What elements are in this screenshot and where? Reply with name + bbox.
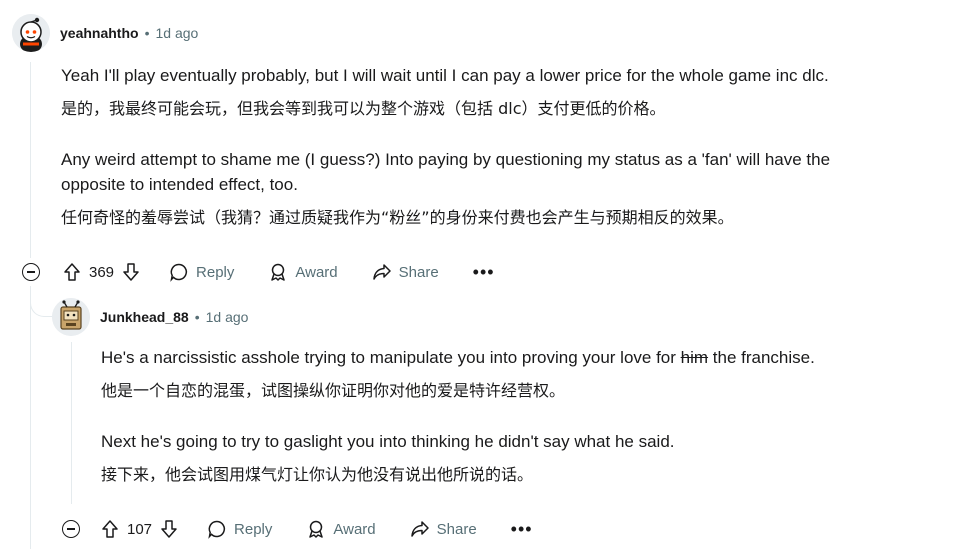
vote-count: 369 [89, 263, 115, 281]
comment-text-part: He's a narcissistic asshole trying to ma… [101, 348, 681, 367]
share-button[interactable]: Share [410, 519, 477, 539]
username[interactable]: Junkhead_88 [100, 309, 189, 325]
comment-text: Any weird attempt to shame me (I guess?)… [61, 150, 831, 169]
comment-actions: 107 Reply Award Share ••• [62, 519, 533, 539]
timestamp[interactable]: 1d ago [155, 25, 198, 41]
more-icon[interactable]: ••• [473, 263, 495, 281]
struck-text: him [680, 348, 709, 367]
separator-dot: • [194, 309, 200, 325]
username[interactable]: yeahnahtho [60, 25, 139, 41]
reply-bubble-icon [207, 519, 227, 539]
timestamp[interactable]: 1d ago [206, 309, 249, 325]
vote-count: 107 [127, 520, 153, 538]
reply-bubble-icon [169, 262, 189, 282]
comment-text: Next he's going to try to gaslight you i… [101, 432, 675, 451]
award-icon [306, 519, 326, 539]
share-button[interactable]: Share [372, 262, 439, 282]
comment-translation: 任何奇怪的羞辱尝试（我猜？通过质疑我作为“粉丝”的身份来付费也会产生与预期相反的… [61, 208, 734, 227]
comment-header: yeahnahtho • 1d ago [12, 14, 198, 52]
reply-button[interactable]: Reply [207, 519, 272, 539]
collapse-icon[interactable] [22, 263, 40, 281]
comment-header: Junkhead_88 • 1d ago [52, 298, 248, 336]
upvote-icon[interactable] [100, 519, 120, 539]
comment-translation: 是的，我最终可能会玩，但我会等到我可以为整个游戏（包括 dlc）支付更低的价格。 [61, 99, 666, 118]
share-arrow-icon [372, 262, 392, 282]
reply-label: Reply [234, 520, 273, 538]
thread-line[interactable] [30, 62, 31, 258]
separator-dot: • [144, 25, 150, 41]
award-button[interactable]: Award [306, 519, 376, 539]
reply-label: Reply [196, 263, 235, 281]
comment-body: He's a narcissistic asshole trying to ma… [101, 345, 815, 487]
comment-body: Yeah I'll play eventually probably, but … [61, 63, 830, 230]
comment-text: He's a narcissistic asshole trying to ma… [101, 345, 815, 370]
share-label: Share [398, 263, 439, 281]
award-label: Award [295, 263, 338, 281]
reply-thread-line[interactable] [71, 342, 72, 504]
upvote-icon[interactable] [62, 262, 82, 282]
reply-branch-line [30, 290, 53, 317]
award-icon [268, 262, 288, 282]
downvote-icon[interactable] [159, 519, 179, 539]
comment-text-part: the franchise. [708, 348, 815, 367]
avatar[interactable] [52, 298, 90, 336]
downvote-icon[interactable] [121, 262, 141, 282]
thread-line[interactable] [30, 286, 31, 549]
award-button[interactable]: Award [268, 262, 338, 282]
share-arrow-icon [410, 519, 430, 539]
avatar[interactable] [12, 14, 50, 52]
reply-button[interactable]: Reply [169, 262, 234, 282]
comment-translation: 他是一个自恋的混蛋，试图操纵你证明你对他的爱是特许经营权。 [101, 381, 566, 400]
award-label: Award [333, 520, 376, 538]
collapse-icon[interactable] [62, 520, 80, 538]
more-icon[interactable]: ••• [511, 520, 533, 538]
share-label: Share [436, 520, 477, 538]
comment-translation: 接下来，他会试图用煤气灯让你认为他没有说出他所说的话。 [101, 465, 534, 484]
comment-thread: yeahnahtho • 1d ago Yeah I'll play event… [0, 0, 976, 549]
comment-text: Yeah I'll play eventually probably, but … [61, 66, 829, 85]
comment-actions: 369 Reply Award Share ••• [22, 262, 495, 282]
comment-text: opposite to intended effect, too. [61, 175, 298, 194]
